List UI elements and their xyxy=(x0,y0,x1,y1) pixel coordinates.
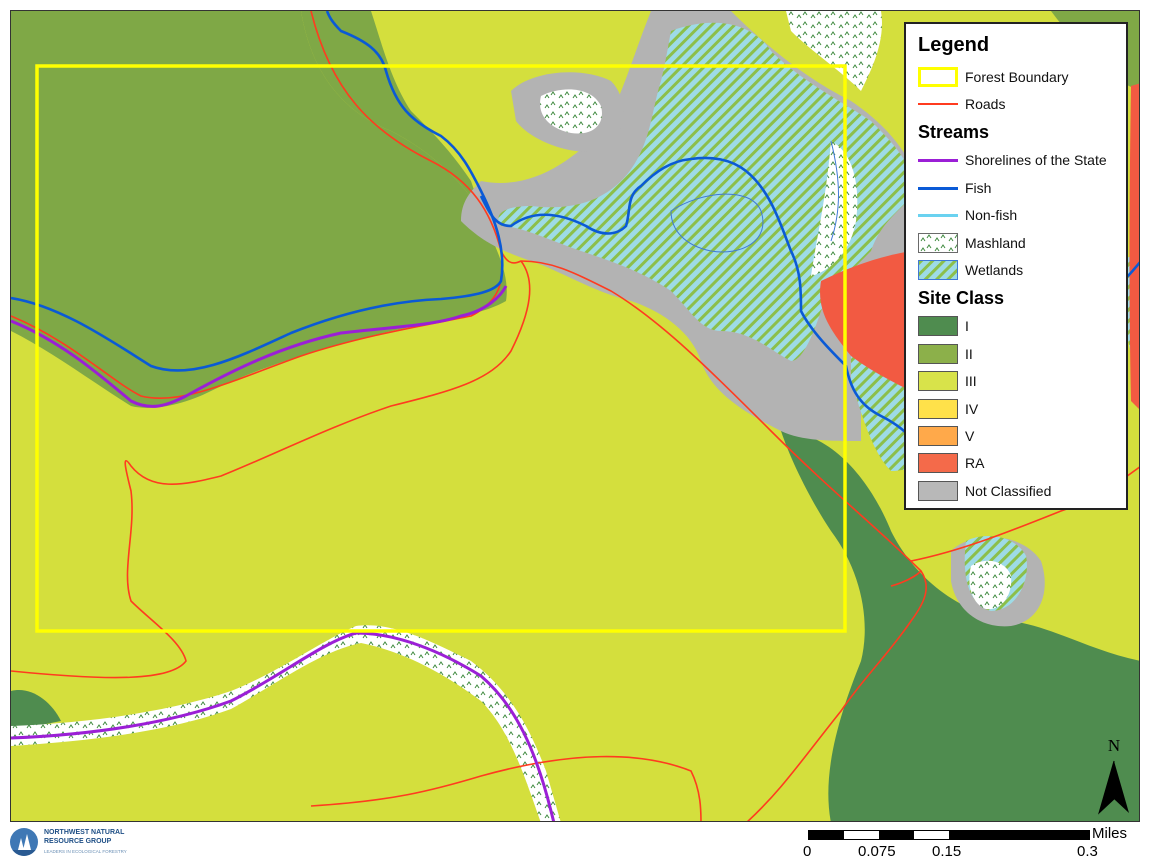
logo-text: NORTHWEST NATURAL RESOURCE GROUP LEADERS… xyxy=(44,828,127,856)
legend-item-site-class: IV xyxy=(918,395,1126,422)
scale-bar-tick-label: 0.15 xyxy=(932,843,962,860)
legend-item-roads: Roads xyxy=(918,90,1126,117)
legend-item-fish: Fish xyxy=(918,174,1126,201)
legend-item-site-class: III xyxy=(918,368,1126,395)
legend-label: Fish xyxy=(965,179,992,196)
legend-label: II xyxy=(965,345,973,362)
legend-site-class-heading: Site Class xyxy=(918,287,1005,308)
legend-item-non-fish: Non-fish xyxy=(918,202,1126,229)
non-fish-swatch xyxy=(918,205,958,225)
scale-bar-units: Miles xyxy=(1092,825,1128,842)
scale-bar xyxy=(808,830,1090,840)
wetland-swatch-pattern xyxy=(919,261,957,280)
legend-label: Not Classified xyxy=(965,482,1052,499)
scale-bar-tick-label: 0.3 xyxy=(1077,843,1098,860)
scale-bar-segment xyxy=(914,831,949,839)
wetland-swatch xyxy=(918,260,958,281)
logo-line-2: RESOURCE GROUP xyxy=(44,838,112,845)
legend-label: I xyxy=(965,318,969,335)
site-class-swatch xyxy=(918,480,958,501)
logo-line-1: NORTHWEST NATURAL xyxy=(44,829,125,836)
site-class-swatch xyxy=(918,398,958,419)
legend-item-site-class: I xyxy=(918,313,1126,340)
scale-bar-tick-label: 0.075 xyxy=(858,843,896,860)
roads-swatch xyxy=(918,94,958,114)
scale-bar-tick-label: 0 xyxy=(803,843,812,860)
forest-boundary-swatch xyxy=(918,66,958,87)
legend-panel: Legend Forest Boundary Roads Streams Sho… xyxy=(904,22,1128,510)
site-class-swatch xyxy=(918,343,958,364)
logo-tree-graphic xyxy=(10,834,38,856)
north-arrow-right-half xyxy=(1114,761,1129,813)
legend-item-site-class: II xyxy=(918,340,1126,367)
north-arrow-icon: N xyxy=(1098,736,1129,815)
scale-bar-segment xyxy=(844,831,879,839)
logo-tree-icon xyxy=(10,828,38,856)
marsh-swatch xyxy=(918,232,958,253)
scale-bar-segment xyxy=(879,831,914,839)
legend-label: Roads xyxy=(965,96,1006,113)
legend-label: RA xyxy=(965,455,985,472)
legend-item-forest-boundary: Forest Boundary xyxy=(918,63,1126,90)
site-class-swatch xyxy=(918,316,958,337)
organization-logo: NORTHWEST NATURAL RESOURCE GROUP LEADERS… xyxy=(10,826,140,858)
legend-item-site-class: V xyxy=(918,422,1126,449)
site-class-swatch xyxy=(918,453,958,474)
scale-bar-segment xyxy=(809,831,844,839)
site-class-swatch xyxy=(918,425,958,446)
legend-item-wetlands: Wetlands xyxy=(918,256,1126,283)
legend-item-shorelines: Shorelines of the State xyxy=(918,147,1126,174)
legend-label: Mashland xyxy=(965,234,1026,251)
ra-right-edge xyxy=(1129,83,1139,409)
map-footer xyxy=(0,822,1152,864)
legend-item-site-class: RA xyxy=(918,450,1126,477)
north-arrow-label: N xyxy=(1108,736,1120,755)
shoreline-swatch xyxy=(918,150,958,170)
legend-label: Forest Boundary xyxy=(965,68,1069,85)
legend-label: Non-fish xyxy=(965,207,1018,224)
legend-label: IV xyxy=(965,400,979,417)
site-class-swatch xyxy=(918,371,958,392)
north-arrow-left-half xyxy=(1098,760,1115,815)
legend-title: Legend xyxy=(918,34,990,56)
legend-label: Wetlands xyxy=(965,262,1024,279)
logo-line-3: LEADERS IN ECOLOGICAL FORESTRY xyxy=(44,849,127,854)
legend-label: III xyxy=(965,373,977,390)
fish-swatch xyxy=(918,178,958,198)
scale-bar-segment xyxy=(949,831,1089,839)
marsh-swatch-pattern xyxy=(919,233,957,252)
legend-item-marshland: Mashland xyxy=(918,229,1126,256)
legend-label: Shorelines of the State xyxy=(965,152,1107,169)
legend-label: V xyxy=(965,427,975,444)
legend-streams-heading: Streams xyxy=(918,121,990,142)
legend-item-site-class: Not Classified xyxy=(918,477,1126,504)
